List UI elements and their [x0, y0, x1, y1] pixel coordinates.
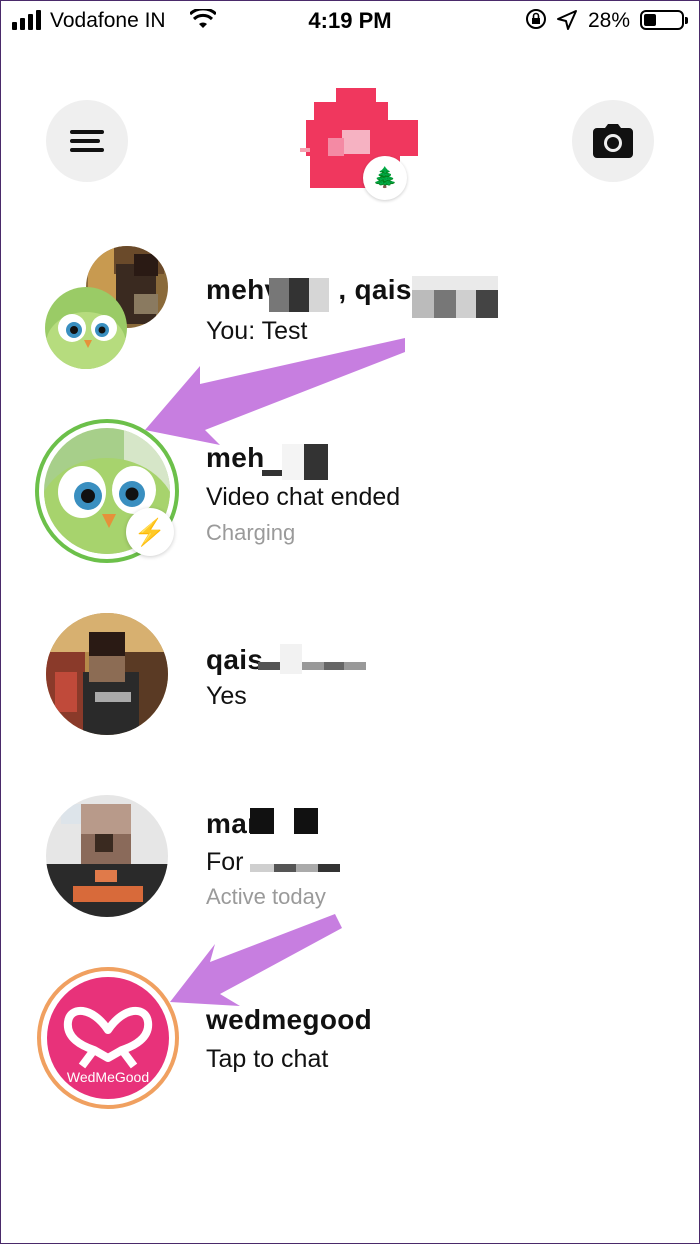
location-arrow-icon: [557, 10, 577, 30]
chat-row[interactable]: qais Yes: [0, 600, 700, 750]
battery-icon: [640, 10, 688, 30]
pixelated-redaction: [250, 864, 340, 872]
user-avatar: [46, 613, 168, 735]
camera-icon: [593, 124, 633, 158]
wedmegood-avatar: WedMeGood: [37, 967, 179, 1109]
pixelated-redaction: [258, 644, 366, 674]
chat-last-message: Video chat ended: [206, 483, 401, 511]
rotation-lock-icon: [526, 9, 546, 29]
status-bar: Vodafone IN 4:19 PM 28%: [0, 0, 700, 40]
pixelated-redaction: [250, 808, 318, 834]
group-avatar: [45, 246, 168, 369]
user-avatar: [46, 795, 168, 917]
chat-status: Charging: [206, 520, 296, 545]
chat-row-active[interactable]: ⚡ meh Video chat ended Charging: [0, 410, 700, 563]
chat-last-message: Tap to chat: [206, 1045, 329, 1073]
chat-name: meh: [206, 442, 265, 473]
battery-percent: 28%: [588, 9, 631, 32]
pixelated-redaction: [269, 278, 329, 312]
chat-last-message: For: [206, 848, 244, 876]
camera-button[interactable]: [572, 100, 654, 182]
pixelated-redaction: [412, 276, 498, 318]
chat-status: Active today: [206, 884, 326, 909]
chat-row-group[interactable]: mehv, qaisa You: Test: [0, 240, 700, 390]
menu-button[interactable]: [46, 100, 128, 182]
wedmegood-logo-text: WedMeGood: [67, 1069, 149, 1085]
chat-last-message: You: Test: [206, 317, 308, 345]
chat-last-message: Yes: [206, 682, 247, 710]
chat-name: wedmegood: [206, 1004, 373, 1035]
lightning-icon: ⚡: [126, 508, 174, 556]
chat-name: qais: [206, 644, 264, 675]
pixelated-redaction: [262, 444, 328, 480]
chat-row[interactable]: mari For Active today: [0, 780, 700, 930]
tree-icon: 🌲: [363, 156, 407, 200]
chat-row-wedmegood[interactable]: WedMeGood wedmegood Tap to chat: [0, 960, 700, 1110]
